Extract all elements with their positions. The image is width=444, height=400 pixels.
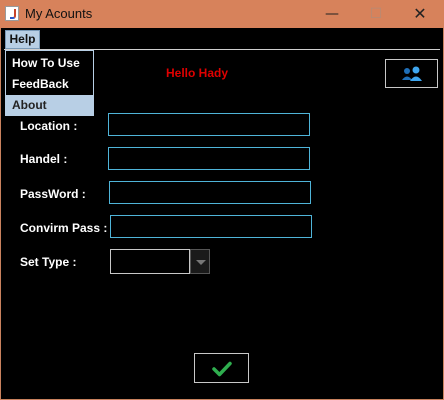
password-input[interactable] [109, 181, 311, 204]
location-input[interactable] [108, 113, 310, 136]
set-type-label: Set Type : [20, 255, 77, 269]
window-border-left [0, 28, 1, 400]
menu-item-feedback[interactable]: FeedBack [6, 74, 93, 95]
password-label: PassWord : [20, 187, 86, 201]
window-titlebar[interactable]: My Acounts — ☐ ✕ [0, 0, 444, 28]
confirm-password-label: Convirm Pass : [20, 221, 108, 235]
chevron-down-icon[interactable] [190, 249, 210, 274]
help-dropdown-menu: How To Use FeedBack About [5, 50, 94, 116]
close-button[interactable]: ✕ [398, 0, 442, 28]
minimize-button[interactable]: — [310, 0, 354, 28]
set-type-select[interactable] [110, 249, 210, 274]
handel-label: Handel : [20, 152, 68, 166]
java-app-icon [5, 6, 19, 21]
maximize-button[interactable]: ☐ [354, 0, 398, 28]
confirm-password-input[interactable] [110, 215, 312, 238]
submit-button[interactable] [194, 353, 249, 383]
handel-input[interactable] [108, 147, 310, 170]
greeting-text: Hello Hady [166, 66, 229, 80]
accounts-button[interactable] [385, 59, 438, 88]
location-label: Location : [20, 119, 78, 133]
menu-help[interactable]: Help [5, 30, 40, 49]
users-icon [402, 66, 422, 81]
menu-item-how-to-use[interactable]: How To Use [6, 53, 93, 74]
window-title: My Acounts [25, 6, 93, 21]
set-type-value[interactable] [110, 249, 190, 274]
checkmark-icon [212, 361, 232, 377]
menu-item-about[interactable]: About [6, 95, 93, 116]
